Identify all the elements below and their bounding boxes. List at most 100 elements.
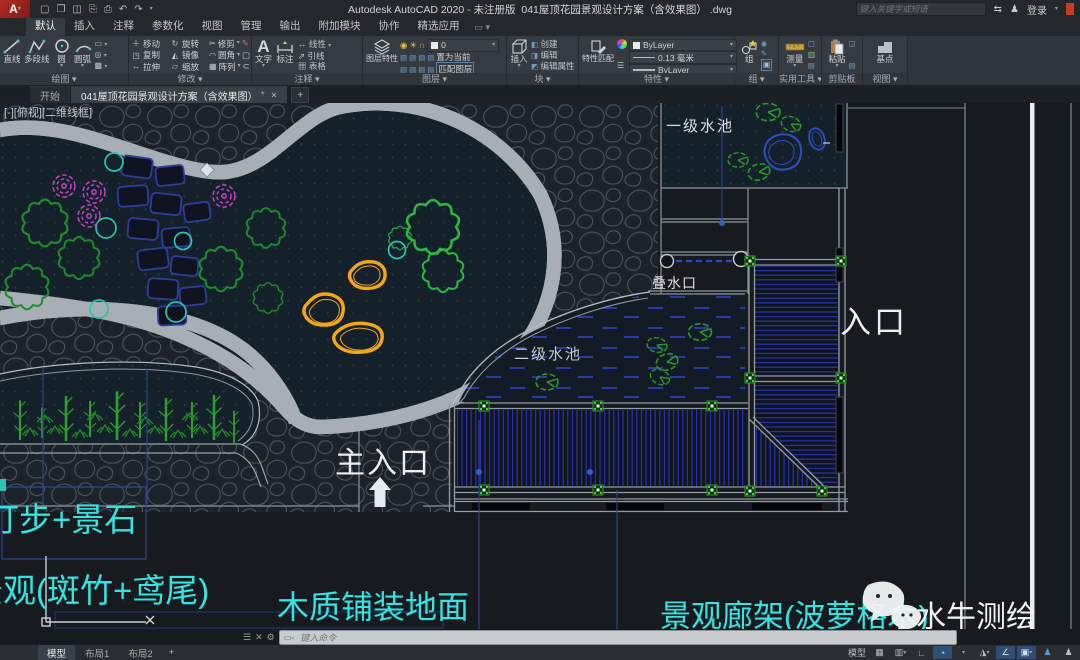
- group-select-toggle[interactable]: ▣: [761, 59, 773, 71]
- new-tab-button[interactable]: +: [291, 87, 309, 103]
- match-properties-button[interactable]: 特性匹配: [581, 37, 615, 73]
- base-point-button[interactable]: 基点: [874, 37, 896, 73]
- tab-default[interactable]: 默认: [26, 16, 65, 36]
- tab-view[interactable]: 视图: [193, 16, 232, 36]
- trim-button[interactable]: ✂修剪▾✎: [209, 38, 247, 50]
- table-button[interactable]: ▦ 表格: [298, 61, 331, 71]
- id-point-icon[interactable]: ▤: [808, 61, 816, 71]
- group-edit-icon[interactable]: ✎: [761, 49, 773, 59]
- tab-manage[interactable]: 管理: [232, 16, 271, 36]
- close-tab-icon[interactable]: ✕: [271, 91, 278, 100]
- copy-clip-icon[interactable]: ◲: [848, 39, 855, 49]
- grid-toggle[interactable]: ▦: [870, 646, 889, 659]
- annotation-visibility-toggle[interactable]: ♟: [1038, 646, 1057, 659]
- panel-label-utilities[interactable]: 实用工具 ▾: [779, 73, 821, 85]
- polyline-button[interactable]: 多段线: [23, 37, 51, 73]
- object-snap-toggle[interactable]: ▣▾: [1017, 646, 1036, 659]
- command-history-icon[interactable]: ☰: [243, 632, 251, 643]
- panel-label-clipboard[interactable]: 剪贴板: [822, 73, 862, 85]
- insert-block-button[interactable]: 插入 ▾: [509, 37, 529, 73]
- workspace-icon[interactable]: ▭ ▾: [475, 22, 491, 36]
- panel-label-block[interactable]: 块 ▾: [507, 73, 578, 85]
- tab-featured[interactable]: 精选应用: [409, 16, 469, 36]
- move-button[interactable]: ＋移动: [131, 38, 169, 50]
- tab-parametric[interactable]: 参数化: [143, 16, 193, 36]
- scale-button[interactable]: ▱缩放: [170, 61, 208, 73]
- linear-button[interactable]: ↔ 线性 ▾: [298, 39, 331, 51]
- object-snap-tracking-toggle[interactable]: ∠: [996, 646, 1015, 659]
- draw-extra-tools[interactable]: ▭ ▾ ◎ ▾ ▩ ▾: [94, 37, 109, 73]
- layer-unlock-icon[interactable]: ∩: [419, 40, 425, 50]
- panel-label-properties[interactable]: 特性 ▾: [579, 73, 734, 85]
- create-block-button[interactable]: ◧ 创建: [531, 39, 575, 50]
- command-prompt-icon[interactable]: ▭▾: [284, 633, 295, 642]
- polar-dropdown[interactable]: ▾: [954, 646, 973, 659]
- qat-dropdown-icon[interactable]: ▾: [150, 7, 153, 12]
- dimension-button[interactable]: 标注: [274, 37, 296, 73]
- snap-toggle[interactable]: ▥▾: [891, 646, 910, 659]
- panel-label-layers[interactable]: 图层 ▾: [363, 73, 506, 85]
- save-icon[interactable]: ◫: [72, 4, 81, 15]
- tab-collaborate[interactable]: 协作: [370, 16, 409, 36]
- quick-calc-icon[interactable]: ▥: [808, 50, 816, 60]
- new-icon[interactable]: ▢: [40, 4, 49, 15]
- ungroup-icon[interactable]: ◉: [761, 39, 773, 49]
- exchange-icon[interactable]: ⇆: [994, 4, 1002, 15]
- arc-button[interactable]: 圆弧 ▾: [73, 37, 93, 73]
- circle-button[interactable]: 圆 ▾: [52, 37, 72, 73]
- line-button[interactable]: 直线: [2, 37, 22, 73]
- tab-addins[interactable]: 附加模块: [310, 16, 370, 36]
- command-customize-icon[interactable]: ⚙: [267, 632, 275, 643]
- open-icon[interactable]: ❐: [56, 4, 65, 15]
- plot-icon[interactable]: ⎙: [104, 4, 112, 15]
- copy-button[interactable]: ◳复制: [131, 49, 169, 61]
- file-tab-drawing[interactable]: 041屋顶花园景观设计方案（含效果图）* ✕: [71, 86, 287, 103]
- edit-block-button[interactable]: ◨ 编辑: [531, 50, 575, 61]
- group-button[interactable]: 组: [740, 37, 759, 73]
- panel-label-groups[interactable]: 组 ▾: [735, 73, 778, 85]
- panel-label-annotate[interactable]: 注释 ▾: [252, 73, 362, 85]
- color-wheel-icon[interactable]: [617, 39, 627, 49]
- tab-annotate[interactable]: 注释: [104, 16, 143, 36]
- layer-thaw-icon[interactable]: ☀: [409, 40, 417, 51]
- text-button[interactable]: A 文字 ▾: [254, 37, 273, 73]
- drawing-canvas[interactable]: [-][俯视][二维线框] 一级水池 叠水口 二级水池 入口 主入口 汀步+景石…: [0, 103, 1080, 629]
- layer-on-icon[interactable]: ◉: [400, 40, 407, 51]
- stretch-button[interactable]: ↔拉伸: [131, 61, 169, 73]
- signin-dropdown-icon[interactable]: ▾: [1055, 7, 1058, 12]
- leader-button[interactable]: ⇗ 引线: [298, 51, 331, 61]
- new-layout-button[interactable]: +: [163, 647, 181, 658]
- isodraft-toggle[interactable]: ◮▾: [975, 646, 994, 659]
- panel-label-modify[interactable]: 修改 ▾: [129, 73, 251, 85]
- quick-select-icon[interactable]: ▢: [808, 39, 816, 49]
- person-icon[interactable]: ♟: [1010, 4, 1019, 15]
- layout-tab-1[interactable]: 布局1: [76, 645, 118, 660]
- undo-icon[interactable]: ↶: [119, 4, 127, 15]
- command-close-icon[interactable]: ✕: [255, 632, 263, 643]
- cut-clip-icon[interactable]: ▤: [848, 61, 855, 71]
- signin-button[interactable]: 登录: [1027, 2, 1047, 17]
- command-input-bar[interactable]: ▭▾: [279, 630, 957, 645]
- saveas-icon[interactable]: ⎘: [89, 4, 97, 15]
- search-input[interactable]: [856, 2, 986, 16]
- lineweight-select[interactable]: 0.13 毫米▾: [629, 51, 737, 64]
- rotate-button[interactable]: ↻旋转: [170, 38, 208, 50]
- ortho-toggle[interactable]: ∟: [912, 646, 931, 659]
- lineweight-icon[interactable]: ☰: [617, 61, 627, 71]
- file-tab-start[interactable]: 开始: [30, 86, 70, 103]
- annotation-scale-button[interactable]: ♟: [1059, 646, 1078, 659]
- array-button[interactable]: ▦阵列▾⊂: [209, 61, 247, 73]
- layer-select[interactable]: 0 ▾: [427, 39, 499, 52]
- app-store-icon[interactable]: [1066, 3, 1074, 15]
- layout-tab-2[interactable]: 布局2: [119, 645, 161, 660]
- autocad-logo-icon[interactable]: A▾: [0, 0, 30, 18]
- mirror-button[interactable]: ◭镜像: [170, 49, 208, 61]
- layer-properties-button[interactable]: 图层特性: [365, 37, 399, 73]
- fillet-button[interactable]: ◠圆角▾▢: [209, 49, 247, 61]
- redo-icon[interactable]: ↷: [134, 4, 142, 15]
- measure-button[interactable]: 测量 ▾: [784, 37, 806, 73]
- model-space-button[interactable]: 模型: [846, 646, 868, 659]
- viewport-controls[interactable]: [-][俯视][二维线框]: [4, 105, 92, 119]
- polar-tracking-toggle[interactable]: ◔: [933, 646, 952, 659]
- panel-label-draw[interactable]: 绘图 ▾: [0, 73, 128, 85]
